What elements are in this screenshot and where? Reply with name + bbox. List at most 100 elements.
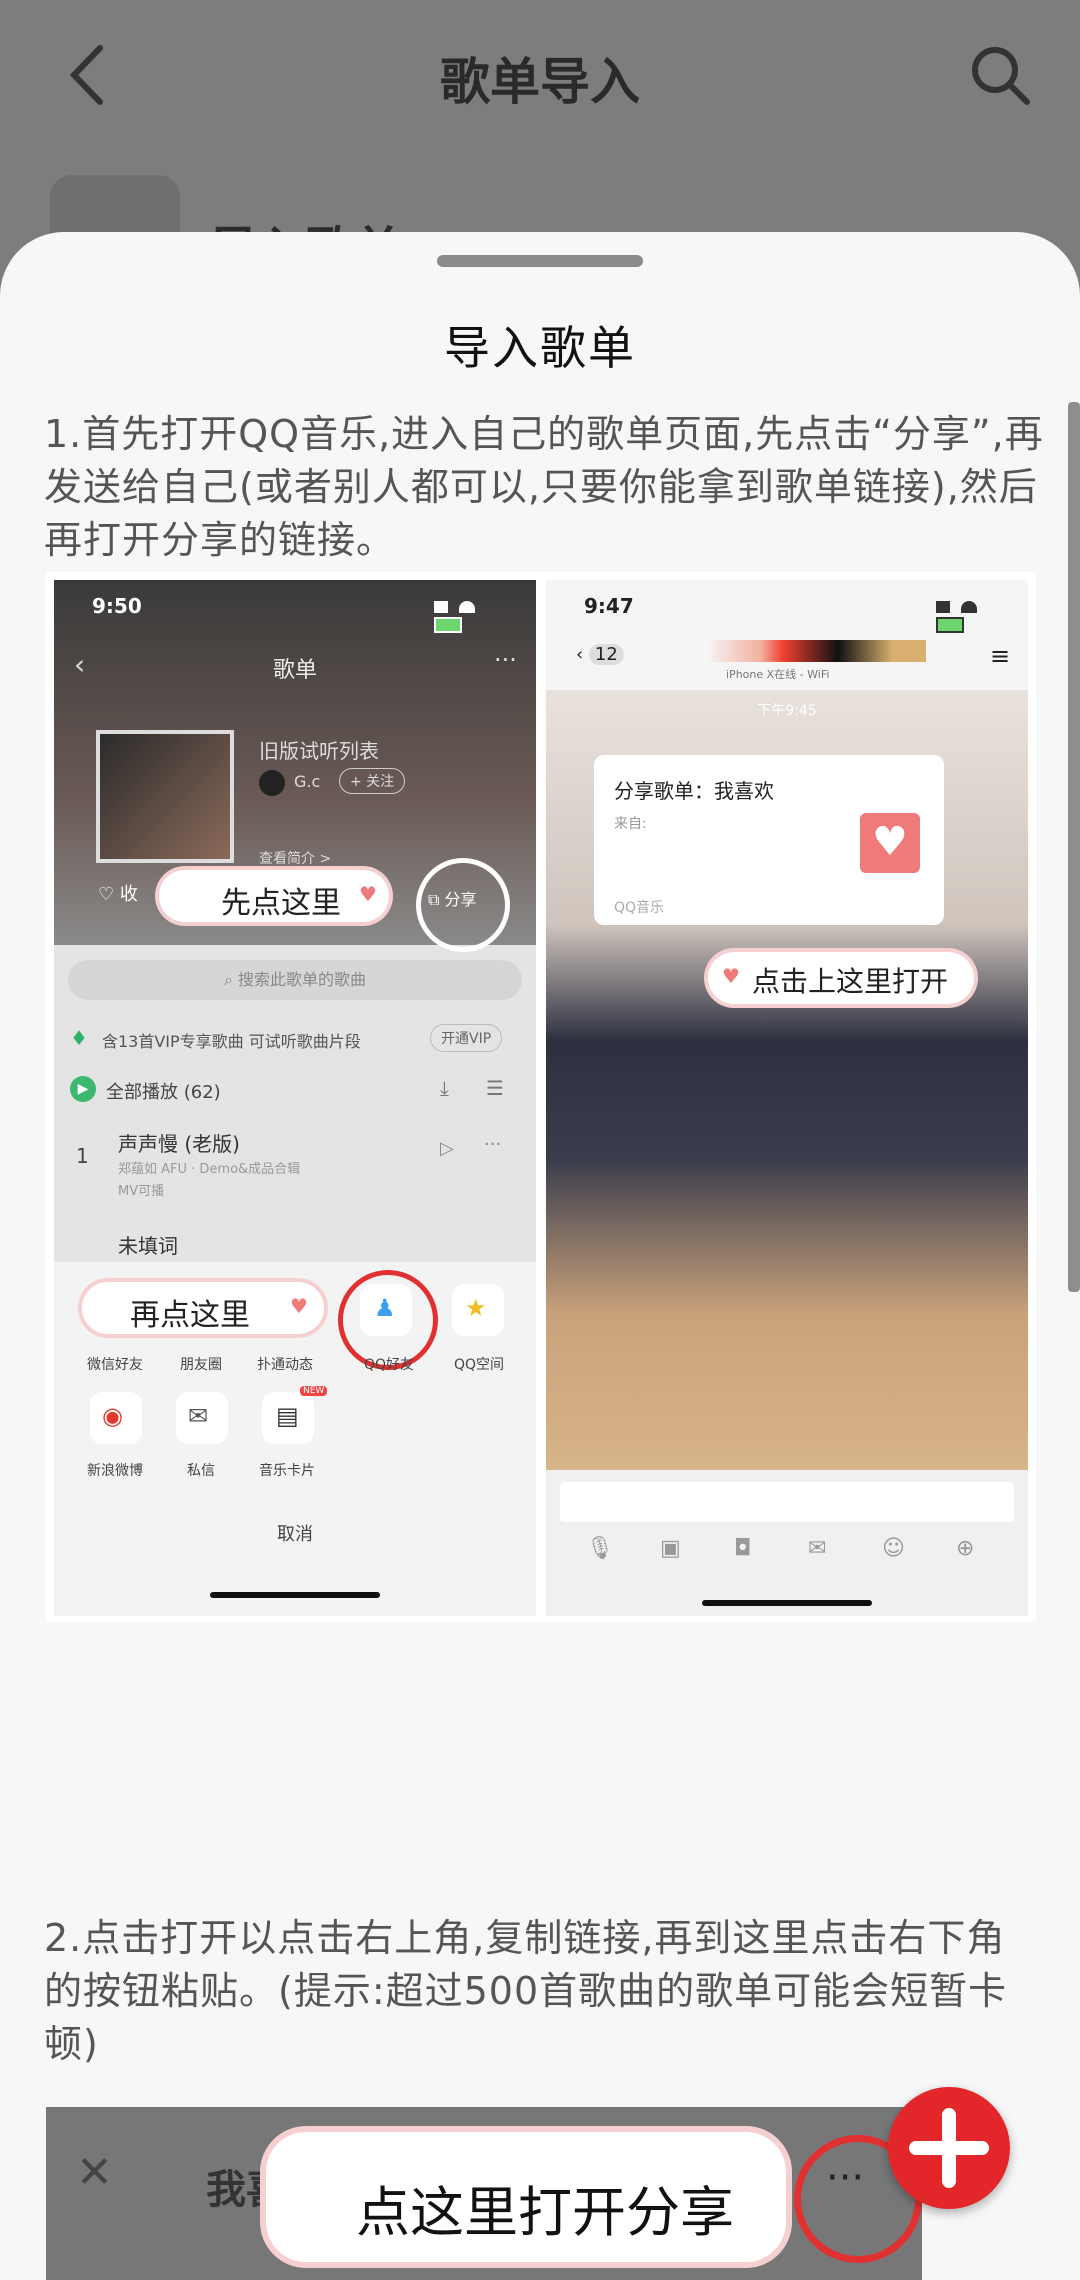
heart-icon: ♥ (359, 882, 377, 906)
callout-open-share: 点这里打开分享 (266, 2132, 786, 2262)
vip-row: ♦ 含13首VIP专享歌曲 可试听歌曲片段 开通VIP (54, 1020, 536, 1060)
vip-text: 含13首VIP专享歌曲 可试听歌曲片段 (102, 1032, 361, 1051)
drag-handle[interactable] (437, 255, 643, 267)
weibo-icon: ◉ (90, 1392, 142, 1444)
add-paste-button[interactable] (888, 2087, 1010, 2209)
message-icon: ✉ (176, 1392, 228, 1444)
back-count: ‹ 12 (576, 644, 624, 665)
share-target-moments: 朋友圈 (180, 1357, 222, 1373)
step1-text: 1.首先打开QQ音乐,进入自己的歌单页面,先点击“分享”,再发送给自己(或者别人… (44, 412, 1044, 562)
playlist-name: 旧版试听列表 (259, 739, 379, 763)
song-row-1: 1 声声慢 (老版) 郑蕴如 AFU · Demo&成品合辑 MV可播 ▷ ··… (54, 1128, 536, 1218)
play-all-text: 全部播放 (62) (106, 1082, 221, 1103)
tutorial-right-panel: 9:47 ‹ 12 iPhone X在线 - WiFi ≡ 下午9:45 分享歌… (546, 580, 1028, 1616)
back-count-text: 12 (588, 644, 624, 665)
share-card-title: 分享歌单：我喜欢 (614, 779, 774, 803)
status-time: 9:47 (584, 594, 634, 618)
song-title-2: 未填词 (118, 1234, 178, 1258)
chat-subtitle: iPhone X在线 - WiFi (726, 668, 830, 681)
callout-open-link: ♥ 点击上这里打开 (708, 952, 974, 1004)
song-row-2: 未填词 (54, 1228, 536, 1258)
menu-icon: ≡ (990, 642, 1011, 670)
search-bar: ⌕ 搜索此歌单的歌曲 (68, 960, 522, 1000)
chat-contact-blur (706, 640, 926, 662)
share-target-message: 私信 (187, 1463, 215, 1479)
song-number: 1 (76, 1144, 89, 1168)
cancel-label: 取消 (277, 1524, 313, 1545)
more-icon: ··· (494, 646, 517, 674)
new-badge: NEW (300, 1386, 328, 1396)
share-target-putong: 扑通动态 (257, 1357, 313, 1373)
playlist-cover (96, 730, 234, 863)
share-label: ⧉ 分享 (428, 890, 477, 909)
step2-text: 2.点击打开以点击右上角,复制链接,再到这里点击右下角的按钮粘贴。(提示:超过5… (44, 1916, 1008, 2066)
mv-icon: ▷ (440, 1138, 454, 1159)
vip-icon: ♦ (70, 1026, 88, 1050)
page-title: 歌单导入 (440, 53, 640, 111)
list-icon: ☰ (486, 1076, 504, 1100)
home-indicator (210, 1592, 380, 1598)
chat-toolbar: 🎙 ▣ ◘ ✉ ☺ ⊕ (546, 1536, 1028, 1576)
share-target-music-card: 音乐卡片 (259, 1463, 315, 1479)
share-target-weibo: 新浪微博 (87, 1463, 143, 1479)
share-target-qzone: QQ空间 (453, 1357, 505, 1373)
status-time: 9:50 (92, 594, 142, 618)
callout-second-click-text: 再点这里 (130, 1298, 250, 1333)
heart-icon: ♥ (290, 1294, 308, 1318)
camera-icon: ◘ (734, 1536, 752, 1561)
callout-first-click-text: 先点这里 (221, 886, 341, 921)
tutorial-left-panel: 9:50 ‹ 歌单 ··· 旧版试听列表 G.c + 关注 查看简介 > ♡ 收… (54, 580, 536, 1616)
status-icons (434, 598, 514, 633)
play-all-row: ▶ 全部播放 (62) ⤓ ☰ (54, 1072, 536, 1112)
callout-first-click: 先点这里 ♥ (159, 870, 389, 922)
mic-icon: 🎙 (586, 1536, 614, 1561)
nav-title: 歌单 (272, 658, 317, 683)
chat-input-field (560, 1482, 1014, 1522)
user-avatar (259, 770, 285, 796)
music-card-icon: ▤ (262, 1392, 314, 1444)
status-icons (936, 598, 1016, 633)
search-icon[interactable] (965, 40, 1035, 110)
share-card-heart-icon: ♥ (860, 813, 920, 873)
song-more-icon: ··· (484, 1134, 502, 1155)
share-card-footer: QQ音乐 (614, 900, 665, 916)
song-mv-tag: MV可播 (118, 1184, 165, 1199)
import-sheet: 导入歌单 1.首先打开QQ音乐,进入自己的歌单页面,先点击“分享”,再发送给自己… (0, 232, 1080, 2280)
download-icon: ⤓ (440, 1076, 449, 1100)
play-icon: ▶ (70, 1076, 96, 1102)
vip-button: 开通VIP (430, 1024, 503, 1052)
message-time: 下午9:45 (757, 703, 817, 719)
follow-button: + 关注 (339, 768, 406, 794)
home-indicator (702, 1600, 872, 1606)
chat-input-bar: 🎙 ▣ ◘ ✉ ☺ ⊕ (546, 1470, 1028, 1616)
emoji-icon: ☺ (882, 1536, 905, 1561)
share-card: 分享歌单：我喜欢 来自: ♥ QQ音乐 (594, 755, 944, 925)
share-target-qq-friend: QQ好友 (363, 1357, 415, 1373)
tutorial-image: 9:50 ‹ 歌单 ··· 旧版试听列表 G.c + 关注 查看简介 > ♡ 收… (46, 572, 1036, 1622)
collect-label: ♡ 收 (98, 884, 138, 905)
share-card-from: 来自: (614, 816, 647, 832)
collect-text: 收 (119, 884, 138, 905)
callout-open-link-text: 点击上这里打开 (752, 965, 949, 998)
more-icon: ··· (826, 2155, 865, 2201)
sheet-title: 导入歌单 (444, 321, 636, 375)
plus-icon: ⊕ (956, 1536, 975, 1561)
user-name: G.c (294, 772, 321, 791)
share-text: 分享 (444, 890, 477, 909)
plus-icon (909, 2108, 989, 2188)
song-title: 声声慢 (老版) (118, 1132, 240, 1156)
qzone-icon: ★ (452, 1284, 504, 1336)
scrollbar[interactable] (1068, 402, 1080, 1292)
search-placeholder: 搜索此歌单的歌曲 (238, 970, 367, 989)
callout-open-share-text: 点这里打开分享 (356, 2181, 734, 2244)
intro-link: 查看简介 > (259, 851, 332, 867)
song-subtitle: 郑蕴如 AFU · Demo&成品合辑 (118, 1162, 301, 1177)
heart-icon: ♥ (722, 964, 740, 988)
chat-header: 9:47 ‹ 12 iPhone X在线 - WiFi ≡ (546, 580, 1028, 690)
tutorial-image-2: ✕ 我喜 点这里打开分享 ··· (46, 2107, 922, 2280)
callout-second-click: 再点这里 ♥ (82, 1282, 324, 1334)
share-sheet: 再点这里 ♥ ♟ ★ 微信好友 朋友圈 扑通动态 QQ好友 QQ空间 ◉ ✉ ▤… (54, 1262, 536, 1616)
gift-icon: ✉ (808, 1536, 827, 1561)
image-icon: ▣ (660, 1536, 681, 1561)
share-target-wechat: 微信好友 (87, 1357, 143, 1373)
